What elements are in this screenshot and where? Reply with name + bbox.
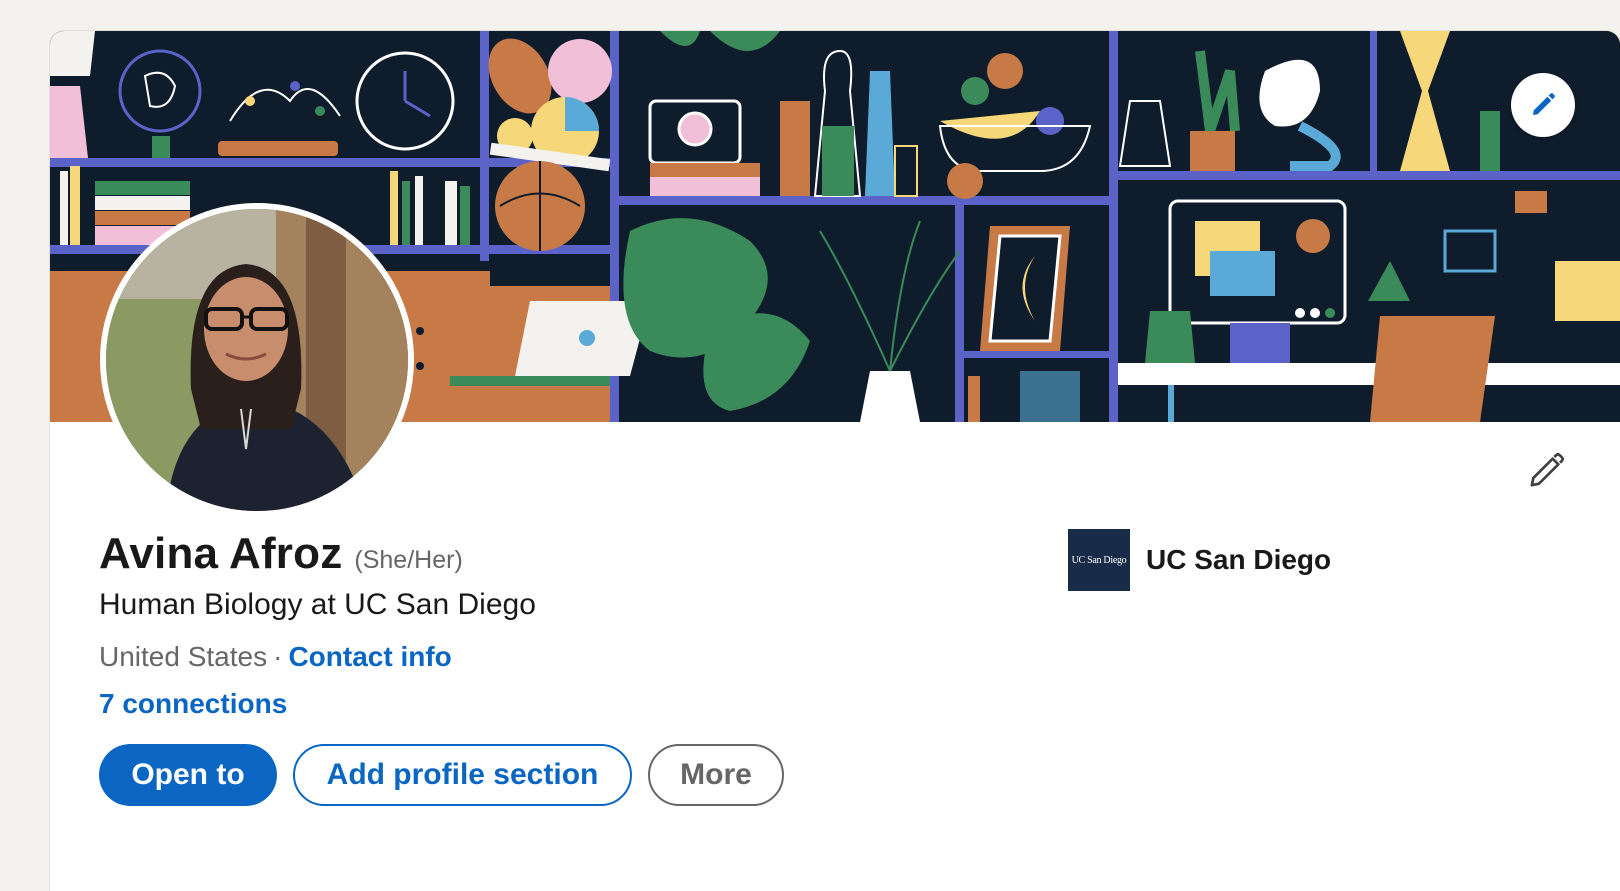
- profile-photo-image: [106, 209, 408, 511]
- edit-banner-button[interactable]: [1511, 73, 1575, 137]
- connections-link[interactable]: 7 connections: [99, 688, 287, 719]
- profile-name: Avina Afroz: [99, 529, 343, 578]
- education-link[interactable]: UC San Diego UC San Diego: [1068, 529, 1331, 591]
- open-to-button[interactable]: Open to: [99, 744, 277, 806]
- edit-intro-button[interactable]: [1522, 447, 1570, 495]
- profile-photo[interactable]: [100, 203, 414, 517]
- connections-row: 7 connections: [99, 688, 287, 720]
- school-name: UC San Diego: [1146, 544, 1332, 575]
- profile-actions: Open to Add profile section More: [99, 744, 784, 806]
- contact-info-link[interactable]: Contact info: [288, 641, 451, 672]
- name-row: Avina Afroz (She/Her): [99, 529, 463, 579]
- profile-card: Avina Afroz (She/Her) Human Biology at U…: [50, 31, 1620, 891]
- add-profile-section-button[interactable]: Add profile section: [293, 744, 632, 806]
- school-logo: UC San Diego: [1068, 529, 1130, 591]
- pencil-icon: [1530, 452, 1565, 487]
- separator-dot: ·: [273, 641, 283, 672]
- profile-headline: Human Biology at UC San Diego: [99, 588, 536, 621]
- more-button[interactable]: More: [648, 744, 784, 806]
- profile-location: United States: [99, 641, 268, 672]
- location-row: United States · Contact info: [99, 641, 452, 673]
- profile-pronouns: (She/Her): [354, 546, 463, 574]
- pencil-icon: [1533, 93, 1555, 115]
